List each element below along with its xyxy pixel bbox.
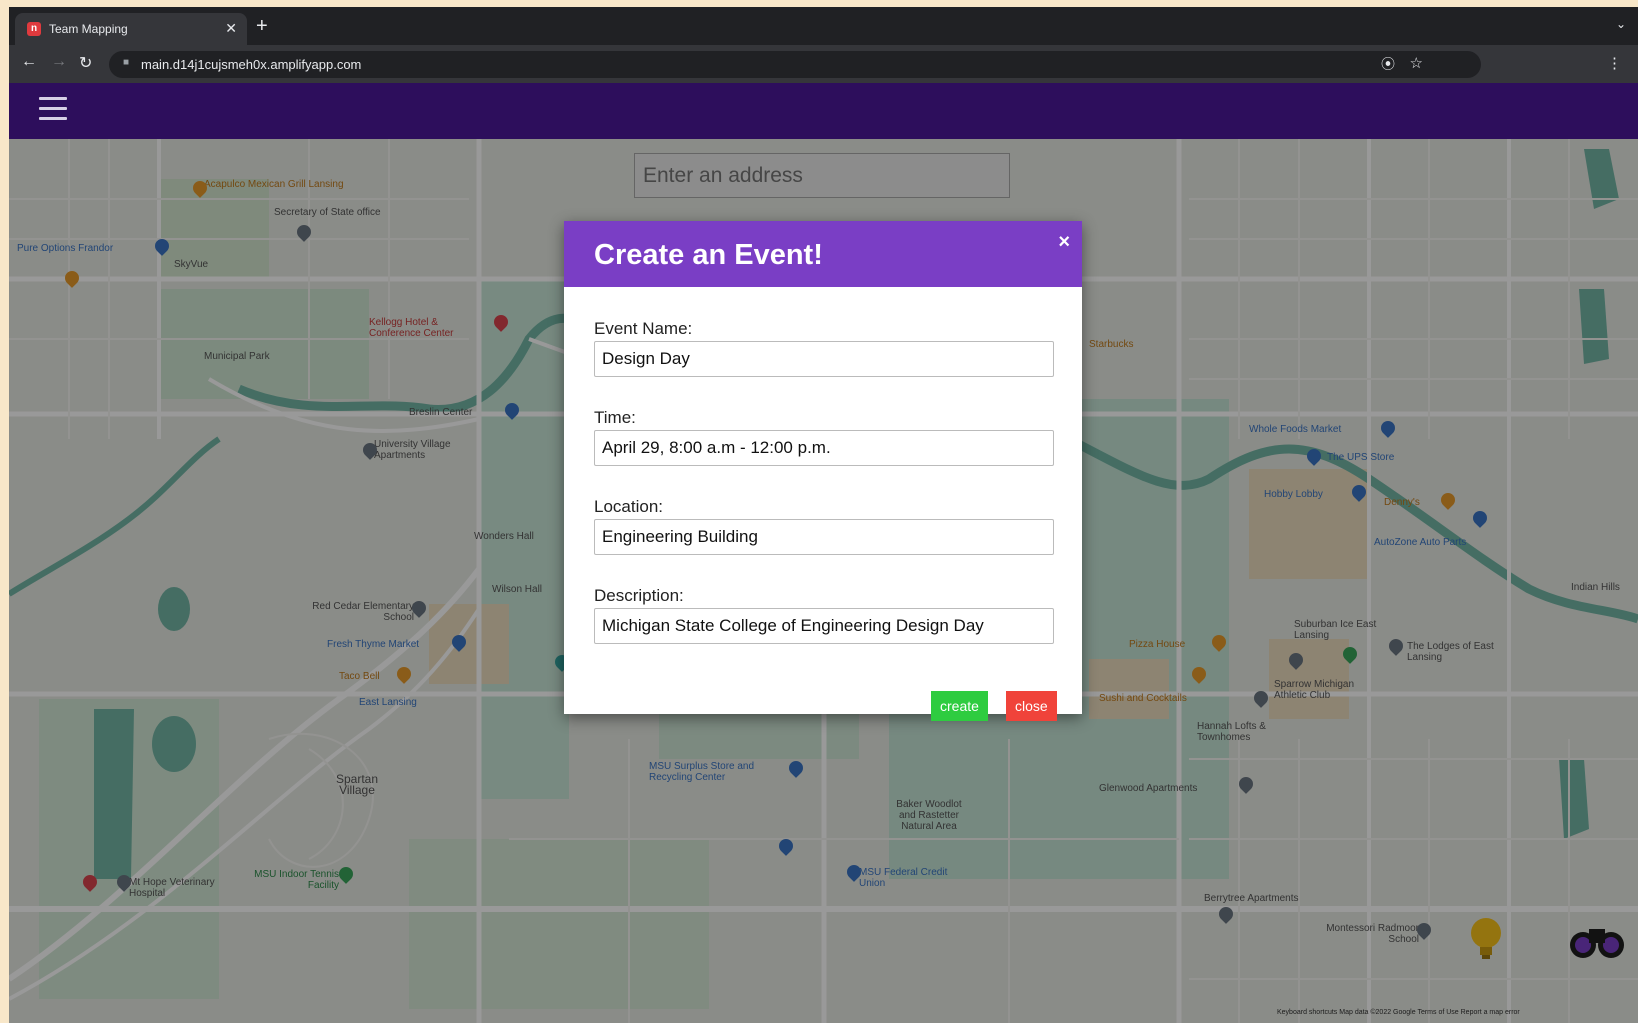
url-text: main.d14j1cujsmeh0x.amplifyapp.com [141,57,362,72]
description-label: Description: [594,586,684,605]
browser-tab-bar: n Team Mapping ✕ + ⌄ [9,7,1638,45]
reload-icon[interactable]: ↻ [79,53,92,73]
address-bar[interactable]: ■ main.d14j1cujsmeh0x.amplifyapp.com ⦿ ☆ [109,51,1481,78]
back-icon[interactable]: ← [21,53,37,71]
hamburger-icon[interactable] [39,97,67,121]
lock-icon: ■ [123,57,130,68]
location-label: Location: [594,497,663,516]
tab-title: Team Mapping [49,22,128,36]
event-name-input[interactable] [594,341,1054,377]
description-input[interactable] [594,608,1054,644]
kebab-menu-icon[interactable]: ⋮ [1607,54,1622,72]
modal-header: Create an Event! × [564,221,1082,287]
tab-search-icon[interactable]: ⌄ [1616,17,1626,31]
star-icon[interactable]: ☆ [1410,54,1423,72]
app-header [9,83,1638,139]
location-pin-icon[interactable]: ⦿ [1381,54,1395,74]
close-button[interactable]: close [1006,691,1057,721]
create-button[interactable]: create [931,691,988,721]
screenshot-frame: n Team Mapping ✕ + ⌄ ← → ↻ ■ main.d14j1c… [9,7,1638,1023]
create-event-modal: Create an Event! × Event Name: Time: Loc… [564,221,1082,721]
close-icon[interactable]: × [1058,231,1070,254]
forward-icon[interactable]: → [51,53,67,71]
event-name-label: Event Name: [594,319,693,338]
time-input[interactable] [594,430,1054,466]
new-tab-icon[interactable]: + [256,15,268,38]
browser-tab[interactable]: n Team Mapping ✕ [15,13,247,45]
app-favicon-icon: n [27,22,41,36]
time-label: Time: [594,408,636,427]
location-input[interactable] [594,519,1054,555]
browser-toolbar: ← → ↻ ■ main.d14j1cujsmeh0x.amplifyapp.c… [9,45,1638,83]
tab-close-icon[interactable]: ✕ [225,20,237,37]
modal-title: Create an Event! [594,239,823,271]
